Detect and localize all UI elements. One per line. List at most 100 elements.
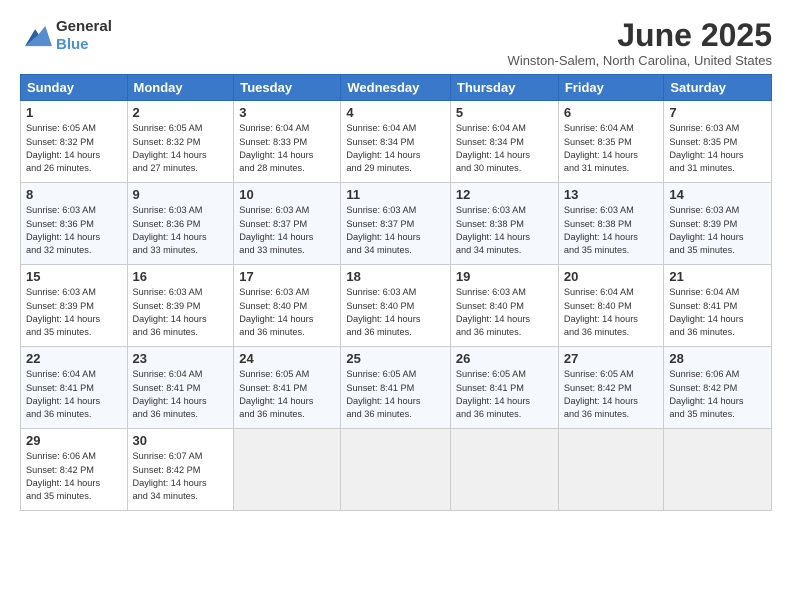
- day-info: Sunrise: 6:05 AMSunset: 8:32 PMDaylight:…: [133, 122, 229, 175]
- calendar-cell: [341, 429, 451, 511]
- calendar-table: SundayMondayTuesdayWednesdayThursdayFrid…: [20, 74, 772, 511]
- day-number: 24: [239, 351, 335, 366]
- day-info: Sunrise: 6:05 AMSunset: 8:41 PMDaylight:…: [346, 368, 445, 421]
- calendar-cell: 15Sunrise: 6:03 AMSunset: 8:39 PMDayligh…: [21, 265, 128, 347]
- month-title: June 2025: [508, 18, 772, 53]
- day-number: 13: [564, 187, 659, 202]
- calendar-cell: 28 Sunrise: 6:06 AMSunset: 8:42 PMDayligh…: [664, 347, 772, 429]
- header: General Blue June 2025 Winston-Salem, No…: [20, 18, 772, 68]
- day-number: 8: [26, 187, 122, 202]
- day-number: 14: [669, 187, 766, 202]
- day-info: Sunrise: 6:03 AMSunset: 8:36 PMDaylight:…: [133, 204, 229, 257]
- day-number: 22: [26, 351, 122, 366]
- day-info: Sunrise: 6:03 AMSunset: 8:37 PMDaylight:…: [346, 204, 445, 257]
- col-header-monday: Monday: [127, 75, 234, 101]
- calendar-cell: 26 Sunrise: 6:05 AMSunset: 8:41 PMDayligh…: [450, 347, 558, 429]
- title-area: June 2025 Winston-Salem, North Carolina,…: [508, 18, 772, 68]
- calendar-cell: 1Sunrise: 6:05 AMSunset: 8:32 PMDaylight…: [21, 101, 128, 183]
- calendar-cell: 25Sunrise: 6:05 AMSunset: 8:41 PMDayligh…: [341, 347, 451, 429]
- calendar-cell: 23Sunrise: 6:04 AMSunset: 8:41 PMDayligh…: [127, 347, 234, 429]
- day-info: Sunrise: 6:05 AMSunset: 8:32 PMDaylight:…: [26, 122, 122, 175]
- day-number: 6: [564, 105, 659, 120]
- calendar-cell: [664, 429, 772, 511]
- calendar-cell: 22Sunrise: 6:04 AMSunset: 8:41 PMDayligh…: [21, 347, 128, 429]
- day-number: 18: [346, 269, 445, 284]
- logo-blue: Blue: [56, 36, 89, 53]
- calendar-cell: 3 Sunrise: 6:04 AMSunset: 8:33 PMDaylight…: [234, 101, 341, 183]
- day-info: Sunrise: 6:03 AMSunset: 8:36 PMDaylight:…: [26, 204, 122, 257]
- col-header-sunday: Sunday: [21, 75, 128, 101]
- week-row-5: 29 Sunrise: 6:06 AMSunset: 8:42 PMDayligh…: [21, 429, 772, 511]
- week-row-3: 15Sunrise: 6:03 AMSunset: 8:39 PMDayligh…: [21, 265, 772, 347]
- calendar-cell: 10 Sunrise: 6:03 AMSunset: 8:37 PMDayligh…: [234, 183, 341, 265]
- day-number: 26: [456, 351, 553, 366]
- logo-icon: [20, 22, 52, 50]
- day-info: Sunrise: 6:06 AMSunset: 8:42 PMDaylight:…: [26, 450, 122, 503]
- day-info: Sunrise: 6:04 AMSunset: 8:41 PMDaylight:…: [669, 286, 766, 339]
- day-number: 27: [564, 351, 659, 366]
- week-row-4: 22 Sunrise: 6:04 AMSunset: 8:41 PMDayligh…: [21, 347, 772, 429]
- day-info: Sunrise: 6:04 AMSunset: 8:40 PMDaylight:…: [564, 286, 659, 339]
- day-info: Sunrise: 6:06 AMSunset: 8:42 PMDaylight:…: [669, 368, 766, 421]
- day-number: 28: [669, 351, 766, 366]
- calendar-cell: 20 Sunrise: 6:04 AMSunset: 8:40 PMDayligh…: [558, 265, 664, 347]
- calendar-cell: 13Sunrise: 6:03 AMSunset: 8:38 PMDayligh…: [558, 183, 664, 265]
- day-info: Sunrise: 6:03 AMSunset: 8:40 PMDaylight:…: [346, 286, 445, 339]
- day-info: Sunrise: 6:05 AMSunset: 8:41 PMDaylight:…: [456, 368, 553, 421]
- calendar-cell: 11 Sunrise: 6:03 AMSunset: 8:37 PMDayligh…: [341, 183, 451, 265]
- calendar-cell: 4Sunrise: 6:04 AMSunset: 8:34 PMDaylight…: [341, 101, 451, 183]
- calendar-header-row: SundayMondayTuesdayWednesdayThursdayFrid…: [21, 75, 772, 101]
- page: General Blue June 2025 Winston-Salem, No…: [0, 0, 792, 612]
- col-header-friday: Friday: [558, 75, 664, 101]
- calendar-cell: 16 Sunrise: 6:03 AMSunset: 8:39 PMDayligh…: [127, 265, 234, 347]
- day-number: 29: [26, 433, 122, 448]
- day-number: 19: [456, 269, 553, 284]
- day-info: Sunrise: 6:04 AMSunset: 8:33 PMDaylight:…: [239, 122, 335, 175]
- day-number: 11: [346, 187, 445, 202]
- day-info: Sunrise: 6:03 AMSunset: 8:39 PMDaylight:…: [26, 286, 122, 339]
- calendar-cell: 5 Sunrise: 6:04 AMSunset: 8:34 PMDaylight…: [450, 101, 558, 183]
- day-info: Sunrise: 6:05 AMSunset: 8:42 PMDaylight:…: [564, 368, 659, 421]
- day-info: Sunrise: 6:03 AMSunset: 8:39 PMDaylight:…: [669, 204, 766, 257]
- day-info: Sunrise: 6:04 AMSunset: 8:35 PMDaylight:…: [564, 122, 659, 175]
- day-number: 9: [133, 187, 229, 202]
- day-number: 10: [239, 187, 335, 202]
- calendar-cell: [558, 429, 664, 511]
- day-number: 4: [346, 105, 445, 120]
- day-number: 17: [239, 269, 335, 284]
- day-info: Sunrise: 6:05 AMSunset: 8:41 PMDaylight:…: [239, 368, 335, 421]
- calendar-cell: 17 Sunrise: 6:03 AMSunset: 8:40 PMDayligh…: [234, 265, 341, 347]
- day-info: Sunrise: 6:04 AMSunset: 8:34 PMDaylight:…: [456, 122, 553, 175]
- day-number: 2: [133, 105, 229, 120]
- day-info: Sunrise: 6:03 AMSunset: 8:38 PMDaylight:…: [456, 204, 553, 257]
- day-info: Sunrise: 6:03 AMSunset: 8:37 PMDaylight:…: [239, 204, 335, 257]
- day-info: Sunrise: 6:04 AMSunset: 8:41 PMDaylight:…: [133, 368, 229, 421]
- calendar-cell: 14 Sunrise: 6:03 AMSunset: 8:39 PMDayligh…: [664, 183, 772, 265]
- day-number: 7: [669, 105, 766, 120]
- calendar-cell: 18 Sunrise: 6:03 AMSunset: 8:40 PMDayligh…: [341, 265, 451, 347]
- col-header-saturday: Saturday: [664, 75, 772, 101]
- calendar-cell: 2 Sunrise: 6:05 AMSunset: 8:32 PMDaylight…: [127, 101, 234, 183]
- day-number: 30: [133, 433, 229, 448]
- day-number: 16: [133, 269, 229, 284]
- calendar-cell: 30Sunrise: 6:07 AMSunset: 8:42 PMDayligh…: [127, 429, 234, 511]
- col-header-tuesday: Tuesday: [234, 75, 341, 101]
- calendar-cell: [450, 429, 558, 511]
- calendar-cell: 12Sunrise: 6:03 AMSunset: 8:38 PMDayligh…: [450, 183, 558, 265]
- logo-general: General: [56, 18, 112, 35]
- calendar-cell: 9 Sunrise: 6:03 AMSunset: 8:36 PMDaylight…: [127, 183, 234, 265]
- week-row-1: 1Sunrise: 6:05 AMSunset: 8:32 PMDaylight…: [21, 101, 772, 183]
- day-info: Sunrise: 6:03 AMSunset: 8:40 PMDaylight:…: [239, 286, 335, 339]
- day-number: 5: [456, 105, 553, 120]
- day-number: 21: [669, 269, 766, 284]
- calendar-cell: 27 Sunrise: 6:05 AMSunset: 8:42 PMDayligh…: [558, 347, 664, 429]
- col-header-wednesday: Wednesday: [341, 75, 451, 101]
- calendar-cell: [234, 429, 341, 511]
- col-header-thursday: Thursday: [450, 75, 558, 101]
- week-row-2: 8 Sunrise: 6:03 AMSunset: 8:36 PMDaylight…: [21, 183, 772, 265]
- day-number: 20: [564, 269, 659, 284]
- day-info: Sunrise: 6:03 AMSunset: 8:40 PMDaylight:…: [456, 286, 553, 339]
- day-number: 3: [239, 105, 335, 120]
- calendar-cell: 6 Sunrise: 6:04 AMSunset: 8:35 PMDaylight…: [558, 101, 664, 183]
- day-info: Sunrise: 6:03 AMSunset: 8:39 PMDaylight:…: [133, 286, 229, 339]
